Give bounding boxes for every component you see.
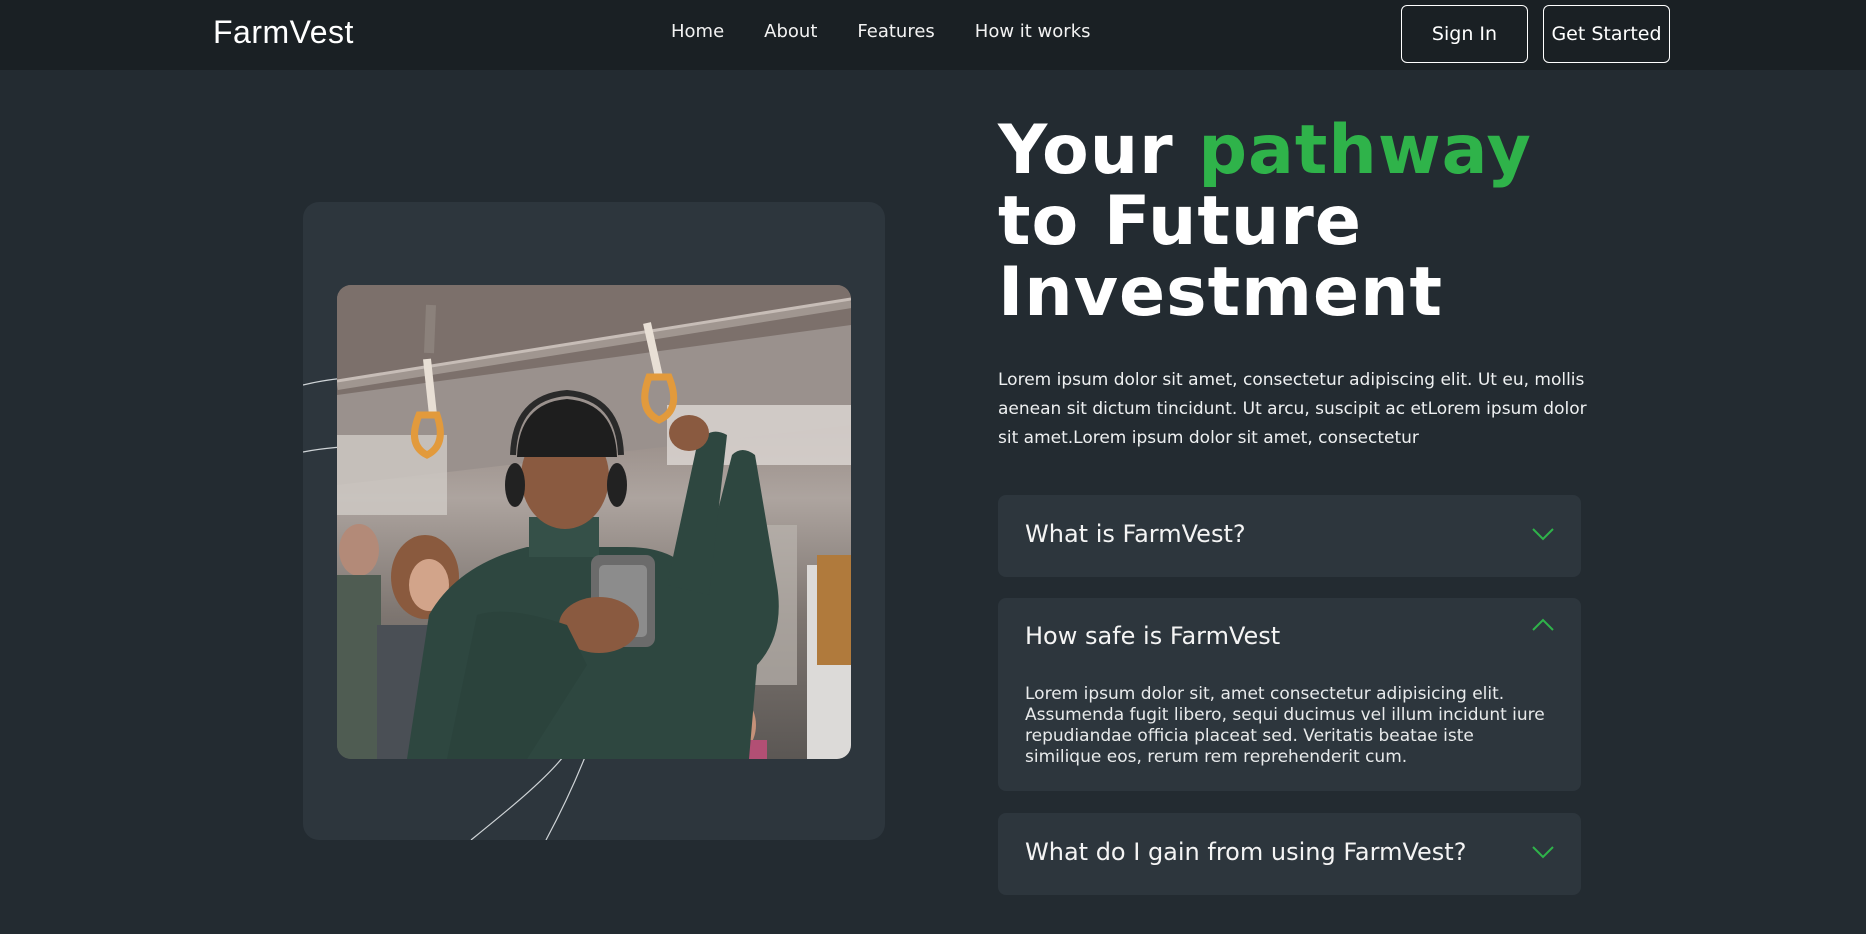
faq-item-what-do-i-gain[interactable]: What do I gain from using FarmVest? xyxy=(998,813,1581,895)
chevron-down-icon[interactable] xyxy=(1531,845,1555,859)
headline-text-end: to Future Investment xyxy=(998,182,1444,332)
hero-headline: Your pathway to Future Investment xyxy=(998,115,1618,328)
nav-link-about[interactable]: About xyxy=(764,20,817,44)
hero-intro-paragraph: Lorem ipsum dolor sit amet, consectetur … xyxy=(998,370,1587,448)
faq-question: What do I gain from using FarmVest? xyxy=(1025,838,1467,866)
chevron-down-icon[interactable] xyxy=(1531,527,1555,541)
faq-question: What is FarmVest? xyxy=(1025,520,1246,548)
nav-link-home[interactable]: Home xyxy=(671,20,724,44)
hero-image-card xyxy=(303,202,885,840)
hero-photo xyxy=(337,285,851,759)
get-started-button[interactable]: Get Started xyxy=(1543,5,1670,63)
headline-accent-word: pathway xyxy=(1198,111,1532,190)
headline-text-start: Your xyxy=(998,111,1199,190)
nav-link-how-it-works[interactable]: How it works xyxy=(975,20,1091,44)
top-navbar: FarmVest Home About Features How it work… xyxy=(0,0,1866,70)
faq-item-how-safe[interactable]: How safe is FarmVest Lorem ipsum dolor s… xyxy=(998,598,1581,791)
commuter-photo-illustration xyxy=(337,285,851,759)
faq-answer: Lorem ipsum dolor sit, amet consectetur … xyxy=(1025,684,1545,767)
nav-link-features[interactable]: Features xyxy=(857,20,934,44)
chevron-up-icon[interactable] xyxy=(1531,618,1555,632)
sign-in-button[interactable]: Sign In xyxy=(1401,5,1528,63)
faq-item-what-is-farmvest[interactable]: What is FarmVest? xyxy=(998,495,1581,577)
brand-logo[interactable]: FarmVest xyxy=(213,14,354,51)
faq-question: How safe is FarmVest xyxy=(1025,622,1281,650)
nav-links: Home About Features How it works xyxy=(671,20,1091,44)
